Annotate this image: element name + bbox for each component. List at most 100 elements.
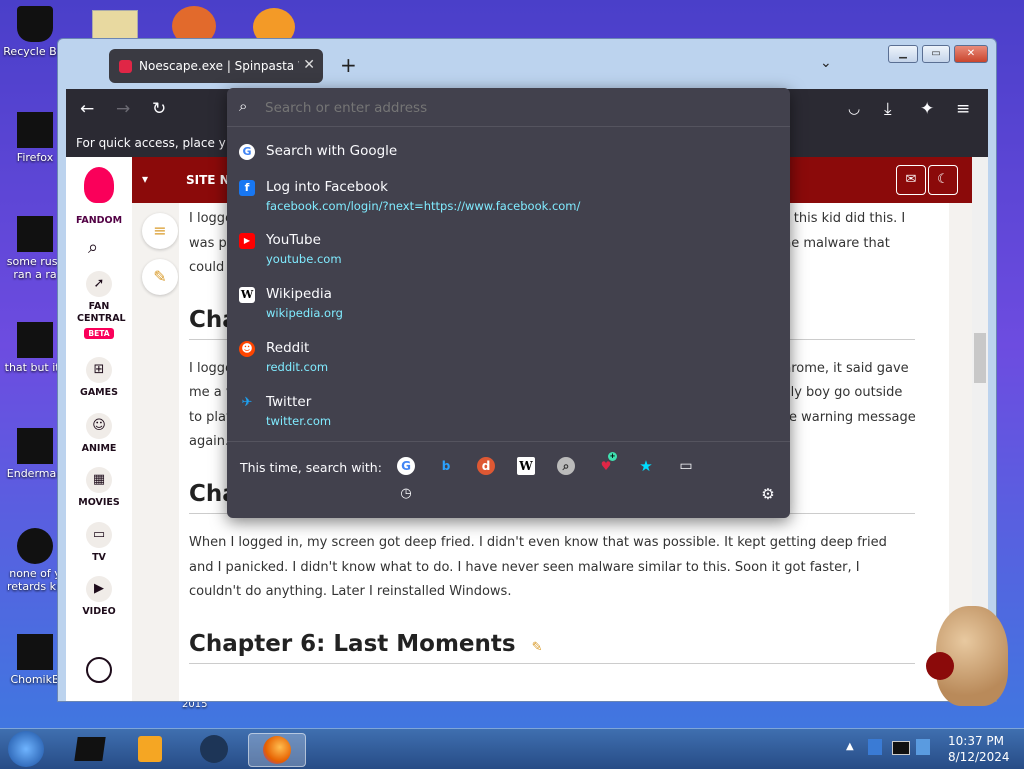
file-icon: [17, 216, 53, 252]
suggestion-url: twitter.com: [266, 414, 332, 428]
address-input[interactable]: [265, 98, 765, 118]
pocket-icon[interactable]: ◡: [848, 101, 860, 117]
tv-icon: ▭: [86, 522, 112, 548]
clock-time[interactable]: 10:37 PM: [948, 734, 1004, 748]
sidebar-item-label: GAMES: [80, 387, 118, 398]
discussions-icon[interactable]: ✉: [896, 165, 926, 195]
sidebar-item-label: ANIME: [81, 443, 117, 454]
dark-mode-icon[interactable]: ☾: [928, 165, 958, 195]
google-icon: G: [239, 144, 255, 160]
maximize-button[interactable]: ▭: [922, 45, 950, 63]
sidebar-item-label: TV: [92, 552, 106, 563]
edit-pencil-icon[interactable]: ✎: [142, 259, 178, 295]
show-hidden-icons-chevron[interactable]: ▲: [846, 741, 854, 752]
tab-title: Noescape.exe | Spinpasta Wiki |: [139, 59, 299, 73]
duckduckgo-icon[interactable]: d: [477, 457, 495, 475]
tray-icon-1[interactable]: [868, 739, 882, 755]
anime-icon: ☺: [86, 413, 112, 439]
user-avatar-icon[interactable]: [86, 657, 112, 683]
paragraph-fragment: e warning message: [789, 410, 916, 425]
tray-network-icon[interactable]: [892, 741, 910, 755]
taskbar: ▲ 10:37 PM 8/12/2024: [0, 728, 1024, 769]
scrollbar-thumb[interactable]: [974, 333, 986, 383]
clapperboard-icon: ▦: [86, 467, 112, 493]
tray-icon-3[interactable]: [916, 739, 930, 755]
sidebar-item-games[interactable]: ⊞ GAMES: [66, 357, 132, 398]
edit-section-pencil-icon[interactable]: ✎: [532, 640, 543, 655]
bookmarks-toolbar-hint: For quick access, place your b: [76, 136, 226, 150]
heading-divider: [189, 663, 915, 664]
suggestion-url: facebook.com/login/?next=https://www.fac…: [266, 199, 581, 213]
search-settings-gear-icon[interactable]: ⚙: [759, 485, 777, 503]
file-icon: [17, 322, 53, 358]
suggestion-url: wikipedia.org: [266, 306, 343, 320]
file-icon: [17, 634, 53, 670]
sidebar-item-fan-central[interactable]: ➚ FAN CENTRAL BETA: [66, 271, 132, 339]
wiki-logo-icon[interactable]: ▾: [142, 172, 148, 186]
back-icon[interactable]: ←: [80, 99, 94, 119]
sidebar-item-label: MOVIES: [78, 497, 120, 508]
fandom-logo-icon[interactable]: [84, 167, 114, 203]
panel-divider: [227, 126, 790, 127]
menu-icon[interactable]: ≡: [956, 99, 970, 119]
google-icon[interactable]: G: [397, 457, 415, 475]
app-icon: [200, 735, 228, 763]
tab-close-icon[interactable]: ✕: [303, 57, 315, 73]
play-icon: ▶: [86, 576, 112, 602]
sidebar-item-anime[interactable]: ☺ ANIME: [66, 413, 132, 454]
downloads-icon[interactable]: ⤓: [884, 99, 892, 119]
search-icon: ⌕: [239, 97, 248, 115]
hamster-badge-icon: [926, 652, 954, 680]
firefox-icon: [263, 736, 291, 764]
file-icon: [17, 528, 53, 564]
minimize-button[interactable]: ▁: [888, 45, 918, 63]
sidebar-item-video[interactable]: ▶ VIDEO: [66, 576, 132, 617]
fandom-label: FANDOM: [75, 215, 123, 226]
window-close-button[interactable]: ✕: [954, 45, 988, 63]
taskbar-media-player[interactable]: [130, 733, 170, 765]
browser-tab[interactable]: Noescape.exe | Spinpasta Wiki | ✕: [109, 49, 323, 83]
media-player-icon: [138, 736, 162, 762]
bookmarks-star-icon[interactable]: ★: [637, 457, 655, 475]
forward-icon[interactable]: →: [116, 99, 130, 119]
search-with-label: This time, search with:: [240, 460, 382, 475]
wikipedia-icon[interactable]: W: [517, 457, 535, 475]
reload-icon[interactable]: ↻: [152, 99, 166, 119]
extensions-icon[interactable]: ✦: [920, 99, 934, 119]
sidebar-item-label: VIDEO: [82, 606, 116, 617]
search-icon[interactable]: ⌕: [88, 237, 98, 258]
new-tab-button[interactable]: +: [340, 53, 357, 77]
taskbar-firefox[interactable]: [248, 733, 306, 767]
paragraph-fragment: hrome, it said gave: [783, 361, 909, 376]
history-icon[interactable]: ◷: [397, 485, 415, 503]
toc-icon[interactable]: ≡: [142, 213, 178, 249]
paragraph-fragment: lly boy go outside: [787, 385, 903, 400]
suggestion-title: Log into Facebook: [266, 179, 388, 195]
add-engine-icon[interactable]: ♥ +: [597, 452, 617, 475]
sidebar-item-movies[interactable]: ▦ MOVIES: [66, 467, 132, 508]
taskbar-app-1[interactable]: [70, 733, 110, 765]
twitter-icon: ✈: [241, 395, 253, 410]
facebook-icon: f: [239, 180, 255, 196]
address-bar-dropdown: ⌕ G Search with Google f Log into Facebo…: [227, 88, 790, 518]
taskbar-app-3[interactable]: [194, 733, 234, 765]
start-button-icon[interactable]: [8, 731, 44, 767]
tabs-icon[interactable]: ▭: [677, 457, 695, 475]
sidebar-item-label: FAN CENTRAL: [77, 301, 126, 324]
recycle-bin-icon: [17, 6, 53, 42]
chapter-6-heading-text: Chapter 6: Last Moments: [189, 631, 516, 657]
chapter-6-heading: Chapter 6: Last Moments ✎: [189, 631, 543, 657]
search-engine-icon[interactable]: ⌕: [557, 457, 575, 475]
clock-date[interactable]: 8/12/2024: [948, 750, 1010, 764]
suggestion-title: Wikipedia: [266, 286, 332, 302]
wikipedia-icon: W: [239, 287, 255, 303]
file-icon: [17, 428, 53, 464]
bing-icon[interactable]: b: [437, 457, 455, 475]
sidebar-item-tv[interactable]: ▭ TV: [66, 522, 132, 563]
suggestion-title: Search with Google: [266, 143, 398, 159]
suggestion-url: reddit.com: [266, 360, 329, 374]
suggestion-title: Reddit: [266, 340, 310, 356]
youtube-icon: ▶: [239, 233, 255, 249]
gamepad-icon: ⊞: [86, 357, 112, 383]
list-all-tabs-chevron-icon[interactable]: ⌄: [820, 55, 832, 71]
